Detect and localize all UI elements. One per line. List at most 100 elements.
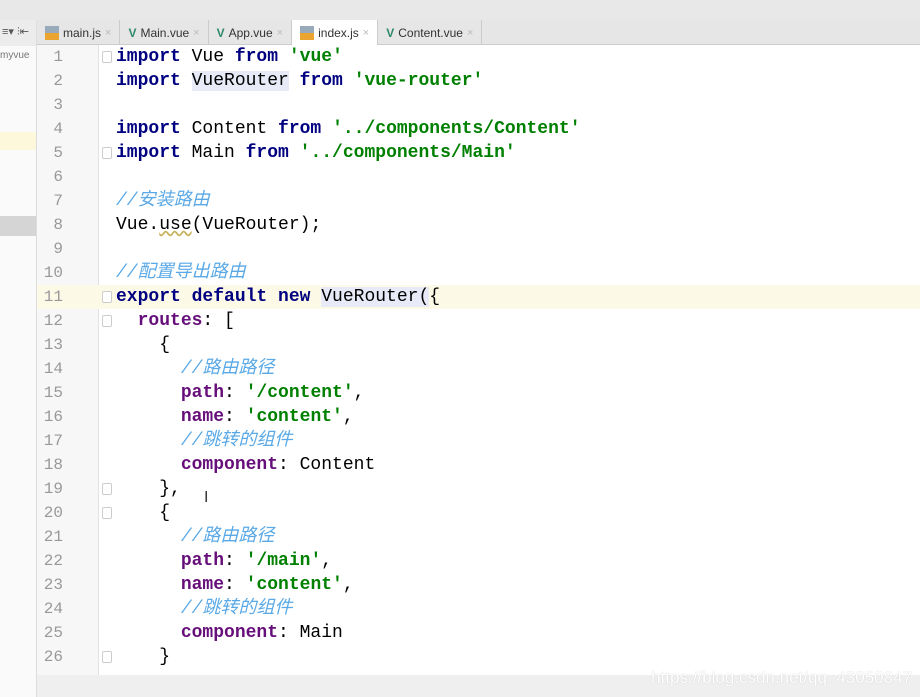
- code-content: //路由路径: [116, 525, 275, 549]
- code-line[interactable]: 13 {: [37, 333, 920, 357]
- line-number: 18: [43, 456, 63, 474]
- code-content: import Vue from 'vue': [116, 45, 343, 69]
- code-line[interactable]: 2 import VueRouter from 'vue-router': [37, 69, 920, 93]
- code-line[interactable]: 16 name: 'content',: [37, 405, 920, 429]
- code-line[interactable]: 25 component: Main: [37, 621, 920, 645]
- code-content: {: [116, 333, 170, 357]
- tab-index-js[interactable]: index.js ×: [292, 20, 379, 45]
- code-line[interactable]: 9: [37, 237, 920, 261]
- string-literal: '../components/Content': [332, 119, 581, 139]
- project-root[interactable]: myvue: [0, 46, 36, 61]
- code-line[interactable]: 26 }: [37, 645, 920, 669]
- code-text: Main: [180, 143, 246, 163]
- comment: //路由路径: [180, 359, 275, 379]
- line-number: 6: [53, 168, 63, 186]
- code-text: :: [224, 383, 246, 403]
- code-line[interactable]: 8 Vue.use(VueRouter);: [37, 213, 920, 237]
- close-icon[interactable]: ×: [193, 27, 199, 39]
- fold-marker-icon[interactable]: [102, 291, 112, 303]
- code-line[interactable]: 1 import Vue from 'vue': [37, 45, 920, 69]
- tab-label: Main.vue: [140, 25, 190, 40]
- line-number: 11: [43, 288, 63, 306]
- string-literal: 'content': [245, 575, 343, 595]
- close-icon[interactable]: ×: [277, 27, 283, 39]
- line-number: 16: [43, 408, 63, 426]
- tab-label: main.js: [63, 25, 102, 40]
- code-content: component: Main: [116, 621, 343, 645]
- identifier-highlight: (: [418, 287, 430, 307]
- property: routes: [137, 311, 203, 331]
- tab-label: App.vue: [228, 25, 273, 40]
- code-content: component: Content: [116, 453, 375, 477]
- code-line[interactable]: 21 //路由路径: [37, 525, 920, 549]
- tab-app-vue[interactable]: V App.vue ×: [209, 20, 293, 45]
- code-content: import VueRouter from 'vue-router': [116, 69, 483, 93]
- code-line[interactable]: 19 },: [37, 477, 920, 501]
- code-line[interactable]: 7 //安装路由: [37, 189, 920, 213]
- comment: //跳转的组件: [180, 431, 293, 451]
- tab-content-vue[interactable]: V Content.vue ×: [378, 20, 483, 45]
- identifier-highlight: VueRouter: [321, 287, 419, 307]
- code-text: : Content: [278, 455, 376, 475]
- code-text: },: [116, 479, 181, 499]
- line-number: 1: [53, 48, 63, 66]
- line-number: 2: [53, 72, 63, 90]
- tree-item-selected[interactable]: [0, 216, 36, 236]
- tab-main-vue[interactable]: V Main.vue ×: [120, 20, 209, 45]
- code-line[interactable]: 23 name: 'content',: [37, 573, 920, 597]
- code-line[interactable]: 12 routes: [: [37, 309, 920, 333]
- code-text: Vue.: [116, 215, 160, 235]
- project-toolbar[interactable]: ≡▾ ⫶⇤: [0, 20, 36, 46]
- close-icon[interactable]: ×: [467, 27, 473, 39]
- code-line[interactable]: 6: [37, 165, 920, 189]
- property: path: [180, 383, 225, 403]
- js-file-icon: [300, 25, 315, 40]
- line-number: 8: [53, 216, 63, 234]
- close-icon[interactable]: ×: [363, 27, 369, 39]
- code-editor[interactable]: 1 import Vue from 'vue' 2 import VueRouter …: [37, 45, 920, 675]
- tree-item-highlight[interactable]: [0, 132, 36, 150]
- code-content: Vue.use(VueRouter);: [116, 213, 321, 237]
- code-text: ,: [342, 407, 354, 427]
- tab-label: index.js: [318, 25, 359, 40]
- property: name: [180, 407, 225, 427]
- fold-marker-icon[interactable]: [102, 51, 112, 63]
- close-icon[interactable]: ×: [105, 27, 111, 39]
- fold-marker-icon[interactable]: [102, 483, 112, 495]
- tab-main-js[interactable]: main.js ×: [37, 20, 121, 45]
- line-number: 21: [43, 528, 63, 546]
- code-line[interactable]: 15 path: '/content',: [37, 381, 920, 405]
- fold-marker-icon[interactable]: [102, 651, 112, 663]
- code-line[interactable]: 11 export default new VueRouter({: [37, 285, 920, 309]
- code-content: //安装路由: [116, 189, 210, 213]
- code-line[interactable]: 4 import Content from '../components/Cont…: [37, 117, 920, 141]
- code-content: //跳转的组件: [116, 597, 293, 621]
- property: component: [180, 455, 279, 475]
- code-line[interactable]: 20 {: [37, 501, 920, 525]
- fold-marker-icon[interactable]: [102, 507, 112, 519]
- code-line[interactable]: 3: [37, 93, 920, 117]
- code-line[interactable]: 24 //跳转的组件: [37, 597, 920, 621]
- comment: //安装路由: [116, 191, 210, 211]
- code-line[interactable]: 22 path: '/main',: [37, 549, 920, 573]
- string-literal: '../components/Main': [299, 143, 516, 163]
- comment: //路由路径: [180, 527, 275, 547]
- fold-marker-icon[interactable]: [102, 315, 112, 327]
- line-number: 10: [43, 264, 63, 282]
- code-content: //配置导出路由: [116, 261, 246, 285]
- code-line[interactable]: 10 //配置导出路由: [37, 261, 920, 285]
- code-line[interactable]: 5 import Main from '../components/Main': [37, 141, 920, 165]
- tab-label: Content.vue: [398, 25, 463, 40]
- code-text: }: [116, 647, 171, 667]
- line-number: 13: [43, 336, 63, 354]
- code-content: export default new VueRouter({: [116, 285, 440, 309]
- line-number: 25: [43, 624, 63, 642]
- code-line[interactable]: 17 //跳转的组件: [37, 429, 920, 453]
- line-number: 17: [43, 432, 63, 450]
- code-line[interactable]: 18 component: Content: [37, 453, 920, 477]
- code-line[interactable]: 14 //路由路径: [37, 357, 920, 381]
- vue-icon: V: [386, 25, 395, 40]
- fold-marker-icon[interactable]: [102, 147, 112, 159]
